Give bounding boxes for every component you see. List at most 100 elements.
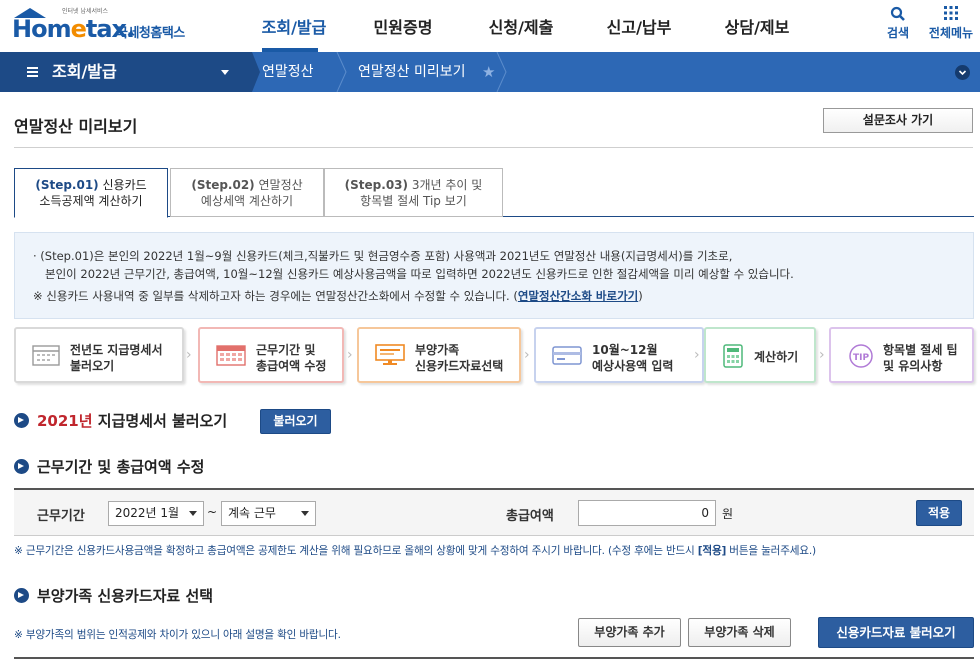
card-icon — [552, 344, 582, 366]
breadcrumb-separator-icon — [496, 51, 510, 93]
process-step-label: 항목별 절세 팁및 유의사항 — [883, 343, 958, 373]
process-step-dependents[interactable]: 부양가족 신용카드자료선택 — [357, 327, 521, 383]
tab-line1: 연말정산 — [258, 178, 303, 192]
nav-apply-submit[interactable]: 신청/제출 — [462, 0, 580, 52]
svg-text:TIP: TIP — [853, 353, 869, 363]
logo-subtitle: 인터넷 납세서비스 — [62, 8, 109, 15]
tab-line1: 신용카드 — [102, 178, 147, 192]
info-line-1: · (Step.01)은 본인의 2022년 1월~9월 신용카드(체크,직불카… — [33, 249, 733, 263]
search-button[interactable]: 검색 — [884, 6, 912, 41]
period-start-select[interactable]: 2022년 1월 — [108, 501, 204, 526]
tab-step-03[interactable]: (Step.03) 3개년 추이 및 항목별 절세 Tip 보기 — [324, 168, 503, 217]
arrow-bullet-icon — [14, 459, 29, 474]
chevron-right-icon: › — [694, 347, 700, 363]
process-step-label: 10월~12월 예상사용액 입력 — [592, 343, 674, 373]
info-line-2: 본인이 2022년 근무기간, 총급여액, 10월~12월 신용카드 예상사용금… — [45, 267, 794, 281]
search-label: 검색 — [886, 26, 910, 40]
process-step-label: 계산하기 — [754, 350, 799, 364]
dropdown-arrow-icon — [301, 511, 309, 516]
section-heading-period-salary: 근무기간 및 총급여액 수정 — [14, 457, 204, 477]
dropdown-arrow-icon — [189, 511, 197, 516]
period-start-value: 2022년 1월 — [115, 506, 180, 520]
nav-report-pay[interactable]: 신고/납부 — [580, 0, 698, 52]
hometax-logo[interactable]: 인터넷 납세서비스 Hometax. 국세청홈택스 — [12, 6, 197, 46]
period-end-value: 계속 근무 — [228, 506, 276, 520]
breadcrumb-preview[interactable]: 연말정산 미리보기 — [358, 52, 466, 92]
load-card-data-button[interactable]: 신용카드자료 불러오기 — [818, 617, 974, 648]
process-step-tax-tips[interactable]: TIP 항목별 절세 팁및 유의사항 — [829, 327, 974, 383]
process-step-calculate[interactable]: 계산하기 — [704, 327, 816, 383]
hamburger-icon — [27, 67, 38, 77]
info-box: · (Step.01)은 본인의 2022년 1월~9월 신용카드(체크,직불카… — [14, 232, 974, 319]
location-menu-dropdown[interactable]: 조회/발급 — [0, 52, 246, 92]
period-end-select[interactable]: 계속 근무 — [221, 501, 316, 526]
dependents-note: ※ 부양가족의 범위는 인적공제와 차이가 있으니 아래 설명을 확인 바랍니다… — [14, 629, 341, 641]
tab-line1: 3개년 추이 및 — [411, 178, 483, 192]
section-heading-load-statement: 2021년 지급명세서 불러오기 — [14, 411, 227, 431]
dependents-table — [14, 657, 974, 662]
process-step-label: 부양가족 신용카드자료선택 — [415, 343, 504, 373]
caret-down-icon — [221, 70, 229, 75]
period-salary-form: 근무기간 2022년 1월 ~ 계속 근무 총급여액 0 원 적용 — [14, 488, 974, 536]
tab-step-number: (Step.02) — [191, 178, 255, 192]
period-label: 근무기간 — [37, 509, 85, 524]
tab-line2: 항목별 절세 Tip 보기 — [360, 194, 467, 208]
logo-korean: 국세청홈택스 — [116, 26, 185, 41]
all-menu-button[interactable]: 전체메뉴 — [925, 6, 977, 41]
breadcrumb-separator-icon — [246, 52, 260, 92]
page-title: 연말정산 미리보기 — [14, 117, 138, 136]
calendar-grid-icon — [216, 344, 246, 366]
location-menu-label: 조회/발급 — [52, 62, 117, 81]
nav-consult-report[interactable]: 상담/제보 — [698, 0, 816, 52]
tip-icon: TIP — [847, 344, 875, 368]
nav-civil-certificate[interactable]: 민원증명 — [344, 0, 462, 52]
load-statement-button[interactable]: 불러오기 — [260, 409, 331, 434]
main-nav: 조회/발급 민원증명 신청/제출 신고/납부 상담/제보 — [244, 0, 816, 52]
tab-step-number: (Step.03) — [344, 178, 409, 192]
tab-step-01[interactable]: (Step.01) 신용카드 소득공제액 계산하기 — [14, 168, 168, 218]
location-bar: 조회/발급 연말정산 연말정산 미리보기 ★ — [0, 51, 980, 93]
apply-button[interactable]: 적용 — [916, 500, 962, 526]
delete-dependent-button[interactable]: 부양가족 삭제 — [688, 618, 791, 647]
nav-inquiry-issue[interactable]: 조회/발급 — [244, 0, 344, 52]
range-tilde: ~ — [207, 505, 218, 519]
calculator-icon — [722, 344, 750, 368]
simplified-service-link[interactable]: 연말정산간소화 바로가기 — [518, 289, 638, 303]
chevron-right-icon: › — [347, 347, 353, 363]
process-step-label: 전년도 지급명세서 불러오기 — [70, 343, 163, 373]
salary-input[interactable]: 0 — [578, 500, 716, 526]
search-icon — [884, 6, 912, 24]
chevron-right-icon: › — [186, 347, 192, 363]
chevron-right-icon: › — [524, 347, 530, 363]
all-menu-label: 전체메뉴 — [928, 26, 974, 40]
tab-step-02[interactable]: (Step.02) 연말정산 예상세액 계산하기 — [170, 168, 324, 217]
salary-label: 총급여액 — [506, 509, 554, 524]
chevron-right-icon: › — [819, 347, 825, 363]
survey-button[interactable]: 설문조사 가기 — [823, 108, 973, 133]
step-tabs: (Step.01) 신용카드 소득공제액 계산하기 (Step.02) 연말정산… — [14, 168, 974, 218]
add-dependent-button[interactable]: 부양가족 추가 — [578, 618, 681, 647]
title-divider — [14, 147, 973, 148]
tab-line2: 소득공제액 계산하기 — [39, 194, 143, 208]
breadcrumb-year-end-settlement[interactable]: 연말정산 — [262, 52, 314, 92]
tab-line2: 예상세액 계산하기 — [200, 194, 294, 208]
period-salary-note: ※ 근무기간은 신용카드사용금액을 확정하고 총급여액은 공제한도 계산을 위해… — [14, 545, 816, 557]
grid-menu-icon — [925, 6, 977, 24]
monitor-icon — [375, 344, 405, 366]
arrow-bullet-icon — [14, 413, 29, 428]
top-header: 인터넷 납세서비스 Hometax. 국세청홈택스 조회/발급 민원증명 신청/… — [0, 0, 980, 52]
process-steps: 전년도 지급명세서 불러오기 › 근무기간 및 총급여액 수정 › 부양가족 신용카드… — [14, 327, 974, 383]
info-line-3: ※ 신용카드 사용내역 중 일부를 삭제하고자 하는 경우에는 연말정산간소화에… — [33, 289, 643, 303]
currency-unit: 원 — [722, 507, 734, 521]
process-step-load-statement[interactable]: 전년도 지급명세서 불러오기 — [14, 327, 184, 383]
process-step-expected-usage[interactable]: 10월~12월 예상사용액 입력 — [534, 327, 704, 383]
arrow-bullet-icon — [14, 588, 29, 603]
tab-step-number: (Step.01) — [35, 178, 99, 192]
expand-chevron-icon[interactable] — [955, 65, 970, 80]
breadcrumb-separator-icon — [336, 51, 350, 93]
favorite-star-icon[interactable]: ★ — [482, 62, 495, 82]
process-step-edit-period[interactable]: 근무기간 및 총급여액 수정 — [198, 327, 344, 383]
process-step-label: 근무기간 및 총급여액 수정 — [256, 343, 327, 373]
section-heading-dependents: 부양가족 신용카드자료 선택 — [14, 586, 213, 606]
calendar-icon — [32, 344, 60, 366]
